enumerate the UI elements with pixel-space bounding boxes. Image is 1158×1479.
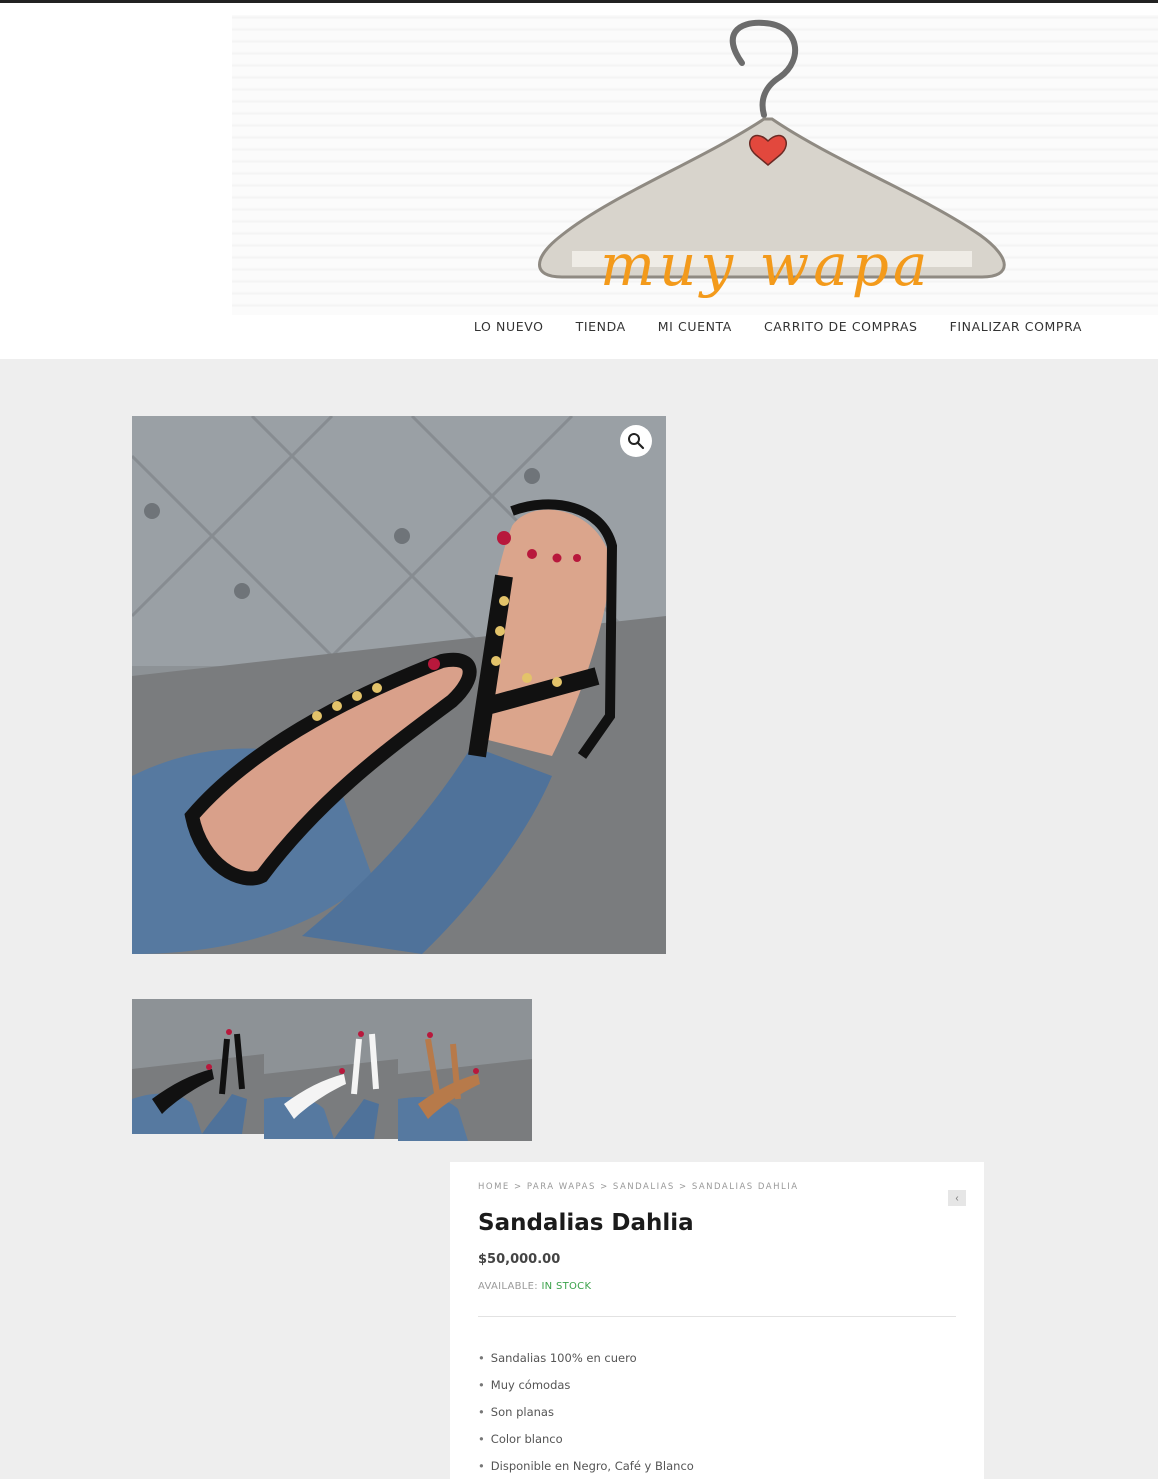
product-main-image[interactable]: [132, 416, 666, 954]
thumbnail-image: [132, 999, 264, 1134]
nav-item-tienda[interactable]: TIENDA: [576, 319, 626, 334]
product-title: Sandalias Dahlia: [478, 1210, 694, 1236]
divider: [478, 1316, 956, 1317]
availability-label: AVAILABLE:: [478, 1281, 538, 1292]
availability-value: IN STOCK: [541, 1281, 592, 1292]
site-logo[interactable]: muy wapa: [232, 15, 1158, 315]
product-summary: HOME > PARA WAPAS > SANDALIAS > SANDALIA…: [450, 1162, 984, 1479]
svg-text:muy wapa: muy wapa: [600, 231, 932, 299]
thumbnail-blanco[interactable]: [264, 999, 398, 1139]
nav-item-carrito[interactable]: CARRITO DE COMPRAS: [764, 319, 918, 334]
breadcrumb-home[interactable]: HOME: [478, 1182, 510, 1192]
breadcrumb-separator: >: [600, 1182, 609, 1192]
feature-item: Disponible en Negro, Café y Blanco: [478, 1453, 956, 1479]
feature-item: Color blanco: [478, 1426, 956, 1453]
thumbnail-image: [398, 999, 532, 1141]
chevron-left-icon: ‹: [955, 1192, 959, 1204]
breadcrumb-current: SANDALIAS DAHLIA: [691, 1182, 799, 1192]
breadcrumb: HOME > PARA WAPAS > SANDALIAS > SANDALIA…: [478, 1182, 956, 1192]
nav-item-mi-cuenta[interactable]: MI CUENTA: [658, 319, 732, 334]
site-header: muy wapa LO NUEVO TIENDA MI CUENTA CARRI…: [0, 3, 1158, 359]
breadcrumb-sandalias[interactable]: SANDALIAS: [613, 1182, 675, 1192]
nav-item-lo-nuevo[interactable]: LO NUEVO: [474, 319, 544, 334]
product-photo: [132, 416, 666, 954]
stock-status: AVAILABLE: IN STOCK: [478, 1281, 956, 1292]
previous-product-button[interactable]: ‹: [948, 1190, 966, 1206]
thumbnail-image: [264, 999, 398, 1139]
feature-item: Sandalias 100% en cuero: [478, 1345, 956, 1372]
magnifier-icon: [628, 433, 645, 450]
main-navigation: LO NUEVO TIENDA MI CUENTA CARRITO DE COM…: [474, 319, 1082, 334]
thumbnail-cafe[interactable]: [398, 999, 532, 1141]
thumbnail-negro[interactable]: [132, 999, 264, 1134]
product-features: Sandalias 100% en cuero Muy cómodas Son …: [478, 1345, 956, 1479]
feature-item: Muy cómodas: [478, 1372, 956, 1399]
nav-item-finalizar-compra[interactable]: FINALIZAR COMPRA: [950, 319, 1082, 334]
zoom-button[interactable]: [620, 425, 652, 457]
breadcrumb-separator: >: [514, 1182, 523, 1192]
product-price: $50,000.00: [478, 1252, 561, 1267]
hanger-logo-icon: muy wapa: [538, 19, 1006, 299]
breadcrumb-para-wapas[interactable]: PARA WAPAS: [527, 1182, 596, 1192]
breadcrumb-separator: >: [678, 1182, 688, 1192]
feature-item: Son planas: [478, 1399, 956, 1426]
